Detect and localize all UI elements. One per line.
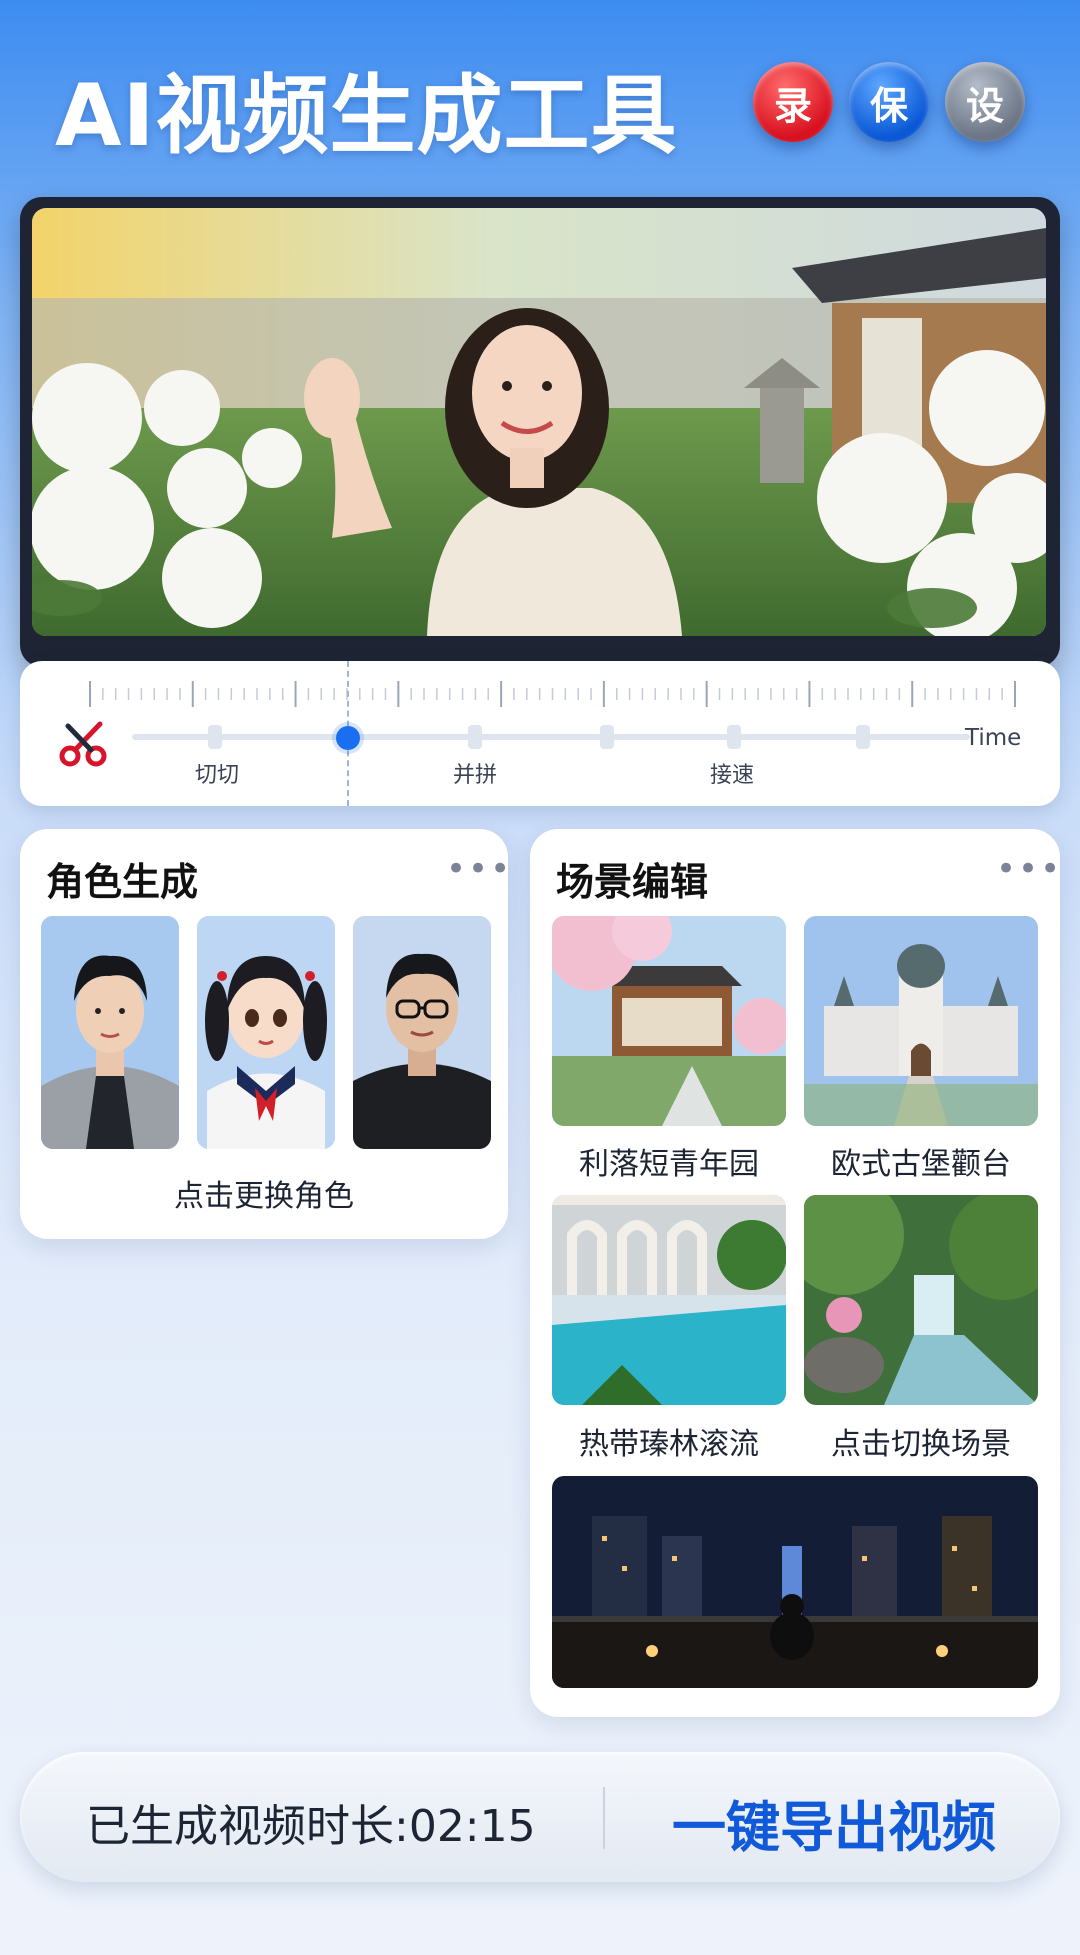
timeline-marker[interactable] <box>600 725 614 749</box>
timeline-panel: 切切 并拼 接速 Time <box>20 661 1060 806</box>
tool-cut-label[interactable]: 切切 <box>195 757 239 789</box>
more-dots-icon[interactable]: ••• <box>996 849 1062 889</box>
character-panel-title: 角色生成 <box>46 860 199 904</box>
scene-thumb-garden[interactable] <box>552 916 786 1126</box>
scissors-icon[interactable] <box>56 716 112 772</box>
app-title: AI视频生成工具 <box>55 66 678 166</box>
save-button[interactable]: 保 <box>849 62 929 142</box>
scene-label: 热带瑧林滚流 <box>579 1427 759 1462</box>
time-label: Time <box>965 725 1022 751</box>
character-panel: 角色生成 ••• 点击更换角色 <box>20 829 510 1239</box>
timeline-marker[interactable] <box>208 725 222 749</box>
bottom-bar-divider <box>603 1787 605 1849</box>
scene-thumb-castle[interactable] <box>804 916 1038 1126</box>
character-thumb-young-man[interactable] <box>41 916 179 1149</box>
scene-panel: 场景编辑 ••• 利落短青年园 欧式古堡颧台 热带瑧林滚流 点击切换场景 <box>530 829 1060 1717</box>
timeline-marker[interactable] <box>468 725 482 749</box>
tool-speed-label[interactable]: 接速 <box>710 757 754 789</box>
export-video-button[interactable]: 一键导出视频 <box>672 1783 996 1862</box>
tool-merge-label[interactable]: 并拼 <box>453 757 497 789</box>
record-button[interactable]: 录 <box>753 62 833 142</box>
scene-thumb-waterfall[interactable] <box>804 1195 1038 1405</box>
character-thumb-older-man[interactable] <box>353 916 491 1149</box>
scene-label: 利落短青年园 <box>579 1147 759 1182</box>
character-thumb-anime-girl[interactable] <box>197 916 335 1149</box>
timeline-ruler[interactable] <box>80 679 1025 709</box>
playhead-handle[interactable] <box>336 726 360 750</box>
more-dots-icon[interactable]: ••• <box>446 849 512 889</box>
scene-thumb-night-city[interactable] <box>552 1476 1038 1688</box>
change-scene-button[interactable]: 点击切换场景 <box>796 1419 1046 1463</box>
change-character-button[interactable]: 点击更换角色 <box>20 1171 508 1215</box>
scene-label: 欧式古堡颧台 <box>831 1147 1011 1182</box>
timeline-marker[interactable] <box>727 725 741 749</box>
video-duration-label: 已生成视频时长:02:15 <box>86 1801 536 1852</box>
timeline-track[interactable] <box>132 734 970 740</box>
timeline-marker[interactable] <box>856 725 870 749</box>
scene-panel-title: 场景编辑 <box>556 860 709 904</box>
scene-thumb-pool[interactable] <box>552 1195 786 1405</box>
video-preview[interactable] <box>32 208 1046 636</box>
settings-button[interactable]: 设 <box>945 62 1025 142</box>
